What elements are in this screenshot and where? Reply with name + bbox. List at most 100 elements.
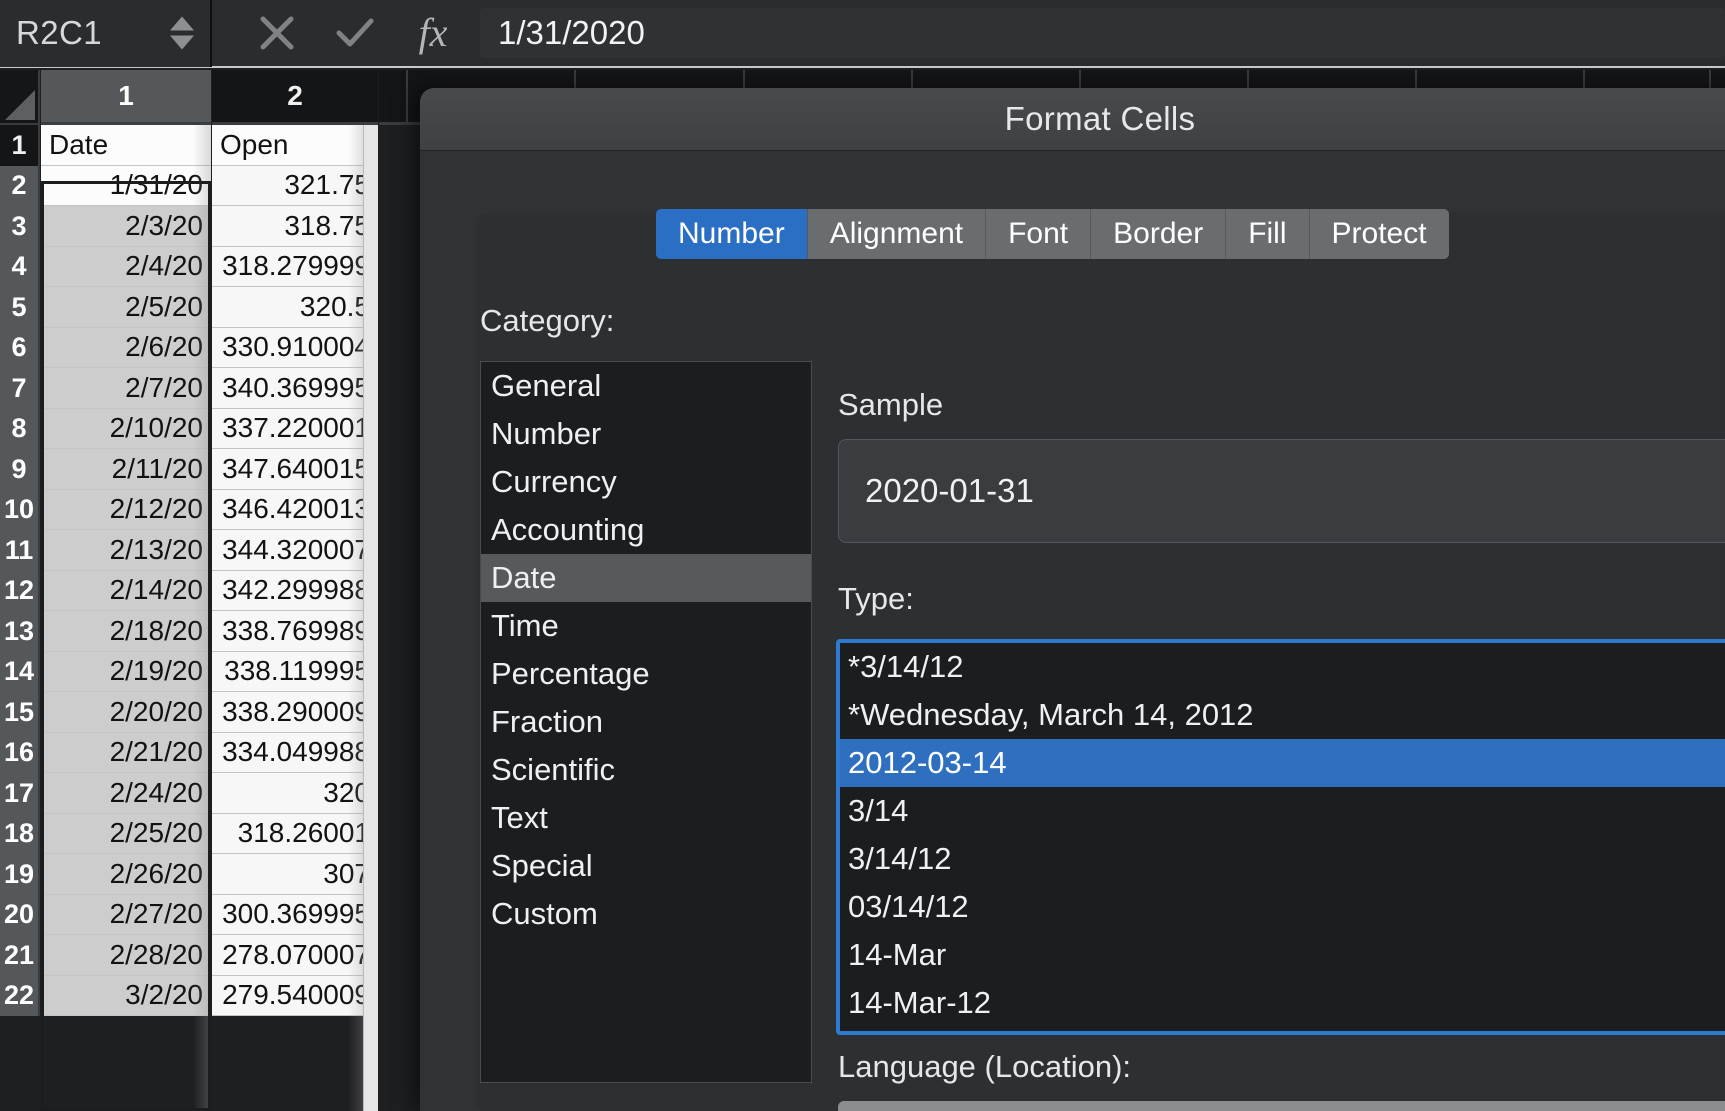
category-item-fraction[interactable]: Fraction	[481, 698, 811, 746]
cell-date[interactable]: 2/18/20	[41, 611, 211, 652]
cell-open[interactable]: 320.5	[212, 287, 378, 328]
row-header[interactable]: 16	[0, 732, 40, 773]
category-item-scientific[interactable]: Scientific	[481, 746, 811, 794]
accept-formula-button[interactable]	[316, 0, 394, 67]
cell-date[interactable]: 2/25/20	[41, 813, 211, 854]
column-2-header-cell[interactable]: Open	[212, 125, 378, 166]
row-header[interactable]: 7	[0, 368, 40, 409]
cell-open[interactable]: 279.540009	[212, 975, 378, 1016]
cell-date[interactable]: 2/11/20	[41, 449, 211, 490]
category-item-currency[interactable]: Currency	[481, 458, 811, 506]
category-item-text[interactable]: Text	[481, 794, 811, 842]
cell-open[interactable]: 337.220001	[212, 408, 378, 449]
cell-date[interactable]: 1/31/20	[41, 165, 211, 206]
cell-date[interactable]: 2/19/20	[41, 651, 211, 692]
cancel-formula-button[interactable]	[238, 0, 316, 67]
type-item-7[interactable]: 14-Mar-12	[840, 979, 1725, 1027]
row-header[interactable]: 13	[0, 611, 40, 652]
row-header[interactable]: 5	[0, 287, 40, 328]
row-header[interactable]: 1	[0, 125, 40, 166]
row-header[interactable]: 11	[0, 530, 40, 571]
cell-open[interactable]: 338.769989	[212, 611, 378, 652]
row-header[interactable]: 3	[0, 206, 40, 247]
cell-open[interactable]: 318.75	[212, 206, 378, 247]
type-item-6[interactable]: 14-Mar	[840, 931, 1725, 979]
row-header[interactable]: 17	[0, 773, 40, 814]
cell-open[interactable]: 330.910004	[212, 327, 378, 368]
tab-font[interactable]: Font	[986, 209, 1092, 259]
category-item-general[interactable]: General	[481, 362, 811, 410]
column-header-2[interactable]: 2	[212, 70, 378, 125]
row-header[interactable]: 14	[0, 651, 40, 692]
cell-open[interactable]: 320	[212, 773, 378, 814]
cell-open[interactable]: 338.290009	[212, 692, 378, 733]
category-list[interactable]: General Number Currency Accounting Date Time P…	[480, 361, 812, 1083]
column-header-1[interactable]: 1	[41, 70, 211, 125]
row-header[interactable]: 9	[0, 449, 40, 490]
category-item-percentage[interactable]: Percentage	[481, 650, 811, 698]
language-select[interactable]: English (United States)	[838, 1101, 1725, 1111]
cell-date[interactable]: 2/14/20	[41, 570, 211, 611]
cell-open[interactable]: 278.070007	[212, 935, 378, 976]
type-item-3[interactable]: 3/14	[840, 787, 1725, 835]
insert-function-button[interactable]: fx	[394, 0, 472, 67]
cell-date[interactable]: 2/26/20	[41, 854, 211, 895]
cell-open[interactable]: 318.26001	[212, 813, 378, 854]
cell-date[interactable]: 2/21/20	[41, 732, 211, 773]
row-header[interactable]: 2	[0, 165, 40, 206]
select-all-corner[interactable]	[0, 70, 40, 125]
cell-date[interactable]: 2/5/20	[41, 287, 211, 328]
cell-date[interactable]: 2/3/20	[41, 206, 211, 247]
row-header[interactable]: 6	[0, 327, 40, 368]
stepper-down-icon[interactable]	[170, 35, 194, 50]
name-box[interactable]: R2C1	[0, 0, 212, 67]
tab-protect[interactable]: Protect	[1309, 209, 1449, 259]
row-header[interactable]: 19	[0, 854, 40, 895]
column-1-header-cell[interactable]: Date	[41, 125, 211, 166]
cell-open[interactable]: 344.320007	[212, 530, 378, 571]
cell-open[interactable]: 318.279999	[212, 246, 378, 287]
stepper-up-icon[interactable]	[170, 16, 194, 31]
tab-number[interactable]: Number	[656, 209, 808, 259]
cell-date[interactable]: 3/2/20	[41, 975, 211, 1016]
type-item-0[interactable]: *3/14/12	[840, 643, 1725, 691]
row-header[interactable]: 20	[0, 894, 40, 935]
type-item-4[interactable]: 3/14/12	[840, 835, 1725, 883]
cell-open[interactable]: 321.75	[212, 165, 378, 206]
cell-date[interactable]: 2/24/20	[41, 773, 211, 814]
cell-date[interactable]: 2/13/20	[41, 530, 211, 571]
cell-date[interactable]: 2/27/20	[41, 894, 211, 935]
tab-fill[interactable]: Fill	[1226, 209, 1310, 259]
tab-border[interactable]: Border	[1091, 209, 1227, 259]
cell-date[interactable]: 2/4/20	[41, 246, 211, 287]
category-item-time[interactable]: Time	[481, 602, 811, 650]
category-item-date[interactable]: Date	[481, 554, 811, 602]
category-item-custom[interactable]: Custom	[481, 890, 811, 938]
formula-input[interactable]: 1/31/2020	[480, 8, 1725, 58]
cell-open[interactable]: 340.369995	[212, 368, 378, 409]
tab-alignment[interactable]: Alignment	[807, 209, 987, 259]
row-header[interactable]: 10	[0, 489, 40, 530]
row-header[interactable]: 8	[0, 408, 40, 449]
row-header[interactable]: 21	[0, 935, 40, 976]
type-item-5[interactable]: 03/14/12	[840, 883, 1725, 931]
cell-open[interactable]: 338.119995	[212, 651, 378, 692]
cell-date[interactable]: 2/7/20	[41, 368, 211, 409]
row-header[interactable]: 18	[0, 813, 40, 854]
row-header[interactable]: 22	[0, 975, 40, 1016]
row-header[interactable]: 4	[0, 246, 40, 287]
cell-open[interactable]: 347.640015	[212, 449, 378, 490]
type-list[interactable]: *3/14/12 *Wednesday, March 14, 2012 2012-0…	[836, 639, 1725, 1035]
cell-date[interactable]: 2/6/20	[41, 327, 211, 368]
name-box-stepper[interactable]	[170, 16, 194, 50]
type-item-1[interactable]: *Wednesday, March 14, 2012	[840, 691, 1725, 739]
category-item-accounting[interactable]: Accounting	[481, 506, 811, 554]
cell-open[interactable]: 346.420013	[212, 489, 378, 530]
cell-date[interactable]: 2/20/20	[41, 692, 211, 733]
row-header[interactable]: 12	[0, 570, 40, 611]
cell-open[interactable]: 342.299988	[212, 570, 378, 611]
category-item-special[interactable]: Special	[481, 842, 811, 890]
category-item-number[interactable]: Number	[481, 410, 811, 458]
row-header[interactable]: 15	[0, 692, 40, 733]
cell-open[interactable]: 300.369995	[212, 894, 378, 935]
